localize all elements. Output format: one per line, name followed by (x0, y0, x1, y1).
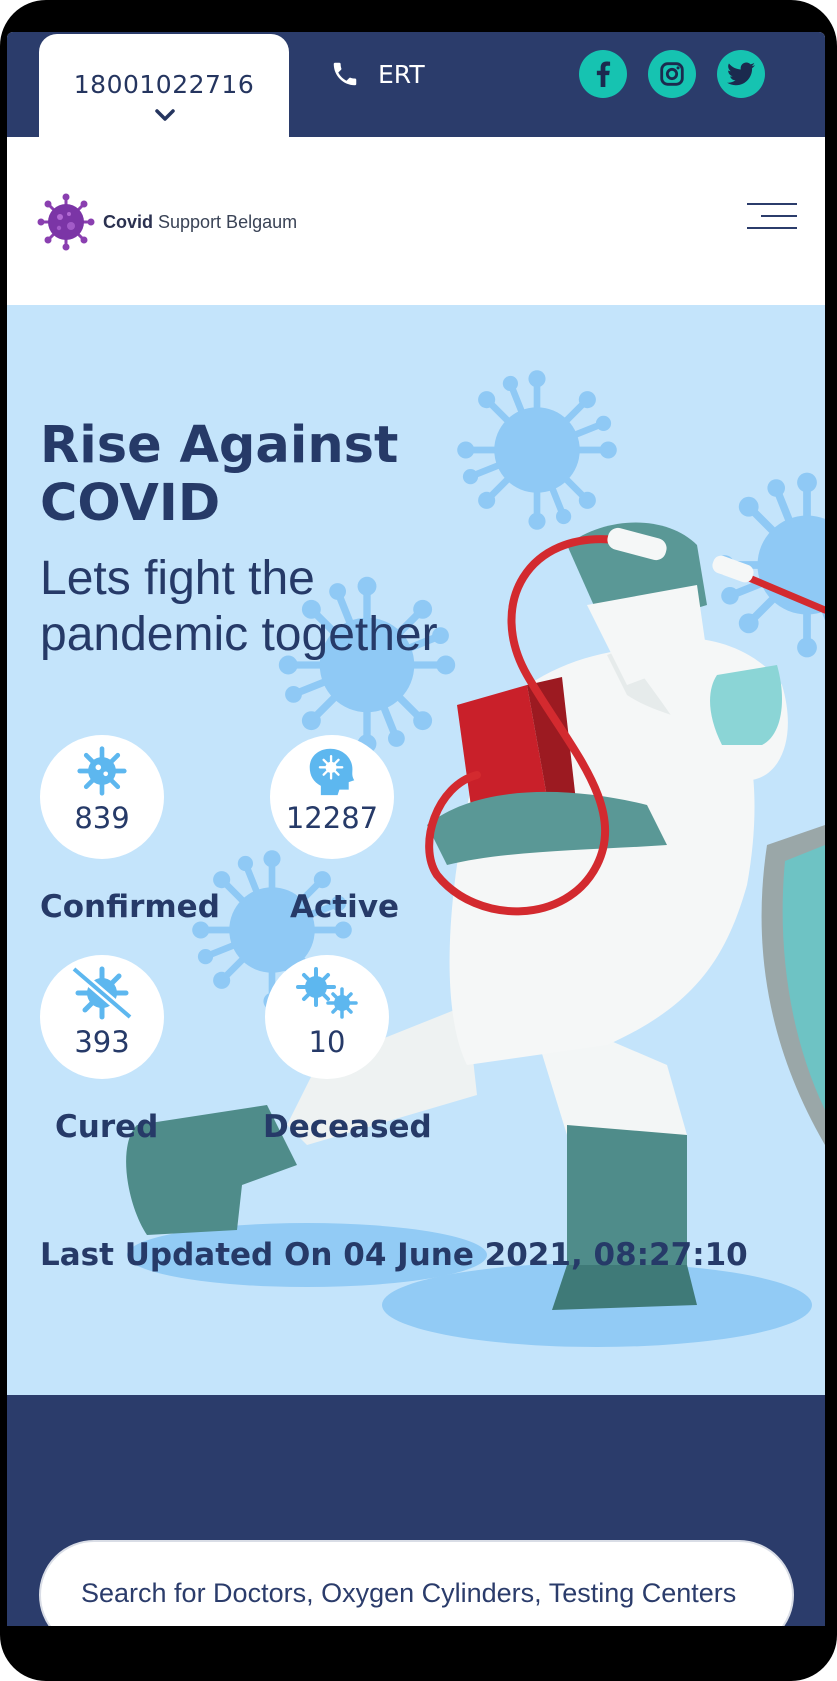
hero-title: Rise Against COVID (40, 416, 399, 533)
cured-count: 393 (74, 1025, 130, 1059)
screen: 18001022716 ERT Covid Support Belgaum Ri… (7, 32, 825, 1626)
instagram-icon (660, 62, 684, 86)
deceased-label: Deceased (263, 1109, 432, 1145)
menu-button[interactable] (747, 203, 797, 233)
side-button (0, 300, 3, 480)
helpline-dropdown[interactable]: 18001022716 (39, 34, 289, 137)
ert-label: ERT (378, 59, 425, 89)
cured-stat: 393 (40, 955, 164, 1079)
phone-frame: 18001022716 ERT Covid Support Belgaum Ri… (0, 0, 837, 1681)
hero-subtitle: Lets fight the pandemic together (40, 552, 438, 661)
brand-name: Covid Support Belgaum (103, 211, 298, 232)
top-bar: 18001022716 ERT (7, 32, 825, 137)
phone-icon (333, 62, 357, 86)
menu-line (747, 227, 797, 229)
menu-line (747, 203, 797, 205)
helpline-number: 18001022716 (73, 70, 255, 99)
site-header: Covid Support Belgaum (7, 137, 825, 305)
last-updated: Last Updated On 04 June 2021, 08:27:10 (40, 1237, 748, 1273)
side-button (0, 190, 3, 280)
side-button (832, 420, 837, 540)
virus-logo-icon (37, 193, 95, 251)
active-label: Active (290, 889, 400, 925)
active-stat: 12287 (270, 735, 394, 859)
ert-link[interactable]: ERT (330, 54, 425, 94)
deceased-count: 10 (308, 1025, 346, 1059)
instagram-button[interactable] (648, 50, 696, 98)
confirmed-count: 839 (74, 801, 130, 835)
virus-crossed-icon (71, 965, 133, 1021)
facebook-button[interactable] (579, 50, 627, 98)
confirmed-label: Confirmed (40, 889, 220, 925)
search-input[interactable] (81, 1578, 746, 1609)
search-section (7, 1395, 825, 1626)
cured-label: Cured (55, 1109, 159, 1145)
head-virus-icon (309, 748, 355, 796)
confirmed-stat: 839 (40, 735, 164, 859)
facebook-icon (596, 61, 611, 87)
chevron-down-icon (155, 109, 175, 121)
menu-line (761, 215, 797, 217)
search-bar[interactable] (39, 1540, 794, 1626)
twitter-icon (727, 62, 755, 86)
deceased-stat: 10 (265, 955, 389, 1079)
viruses-icon (296, 967, 358, 1019)
hero-section: Rise Against COVID Lets fight the pandemic… (7, 305, 825, 1395)
twitter-button[interactable] (717, 50, 765, 98)
virus-icon (77, 746, 127, 796)
site-logo[interactable]: Covid Support Belgaum (37, 193, 297, 251)
active-count: 12287 (285, 801, 379, 835)
